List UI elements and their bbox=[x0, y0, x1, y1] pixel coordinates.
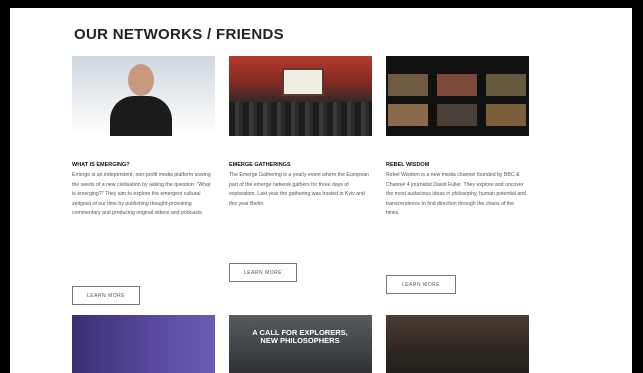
learn-more-button[interactable]: LEARN MORE bbox=[386, 275, 456, 294]
card-image[interactable] bbox=[229, 56, 372, 136]
speaker-head bbox=[128, 64, 154, 96]
card-emerge: WHAT IS EMERGING? Emerge is an independe… bbox=[72, 56, 215, 305]
card-emerge-gatherings: EMERGE GATHERINGS The Emerge Gathering i… bbox=[229, 56, 372, 282]
video-thumbnail bbox=[437, 74, 477, 96]
card-description: The Emerge Gathering is a yearly event w… bbox=[229, 172, 369, 207]
learn-more-button[interactable]: LEARN MORE bbox=[72, 286, 140, 305]
card-rebel-wisdom: REBEL WISDOM Rebel Wisdom is a new media… bbox=[386, 56, 529, 294]
card-image[interactable] bbox=[386, 56, 529, 136]
audience bbox=[229, 102, 372, 136]
video-thumbnail bbox=[437, 104, 477, 126]
projector-screen bbox=[282, 68, 324, 96]
card-image[interactable] bbox=[72, 56, 215, 136]
video-thumbnail bbox=[486, 104, 526, 126]
card-description: Emerge is an independent, non-profit med… bbox=[72, 172, 211, 217]
page-frame: OUR NETWORKS / FRIENDS WHAT IS EMERGING?… bbox=[10, 8, 632, 373]
card-heading: EMERGE GATHERINGS bbox=[229, 162, 291, 168]
bottom-tile-2[interactable]: A CALL FOR EXPLORERS, NEW PHILOSOPHERS bbox=[229, 315, 372, 373]
bottom-tile-3[interactable] bbox=[386, 315, 529, 373]
card-description: Rebel Wisdom is a new media channel foun… bbox=[386, 172, 527, 217]
section-title: OUR NETWORKS / FRIENDS bbox=[74, 26, 284, 43]
card-heading: REBEL WISDOM bbox=[386, 162, 430, 168]
bottom-tile-1[interactable] bbox=[72, 315, 215, 373]
tile-text: A CALL FOR EXPLORERS, NEW PHILOSOPHERS bbox=[252, 328, 348, 345]
video-thumbnail bbox=[388, 104, 428, 126]
video-thumbnail bbox=[486, 74, 526, 96]
speaker-body bbox=[110, 96, 172, 136]
video-thumbnail bbox=[388, 74, 428, 96]
card-heading: WHAT IS EMERGING? bbox=[72, 162, 130, 168]
learn-more-button[interactable]: LEARN MORE bbox=[229, 263, 297, 282]
